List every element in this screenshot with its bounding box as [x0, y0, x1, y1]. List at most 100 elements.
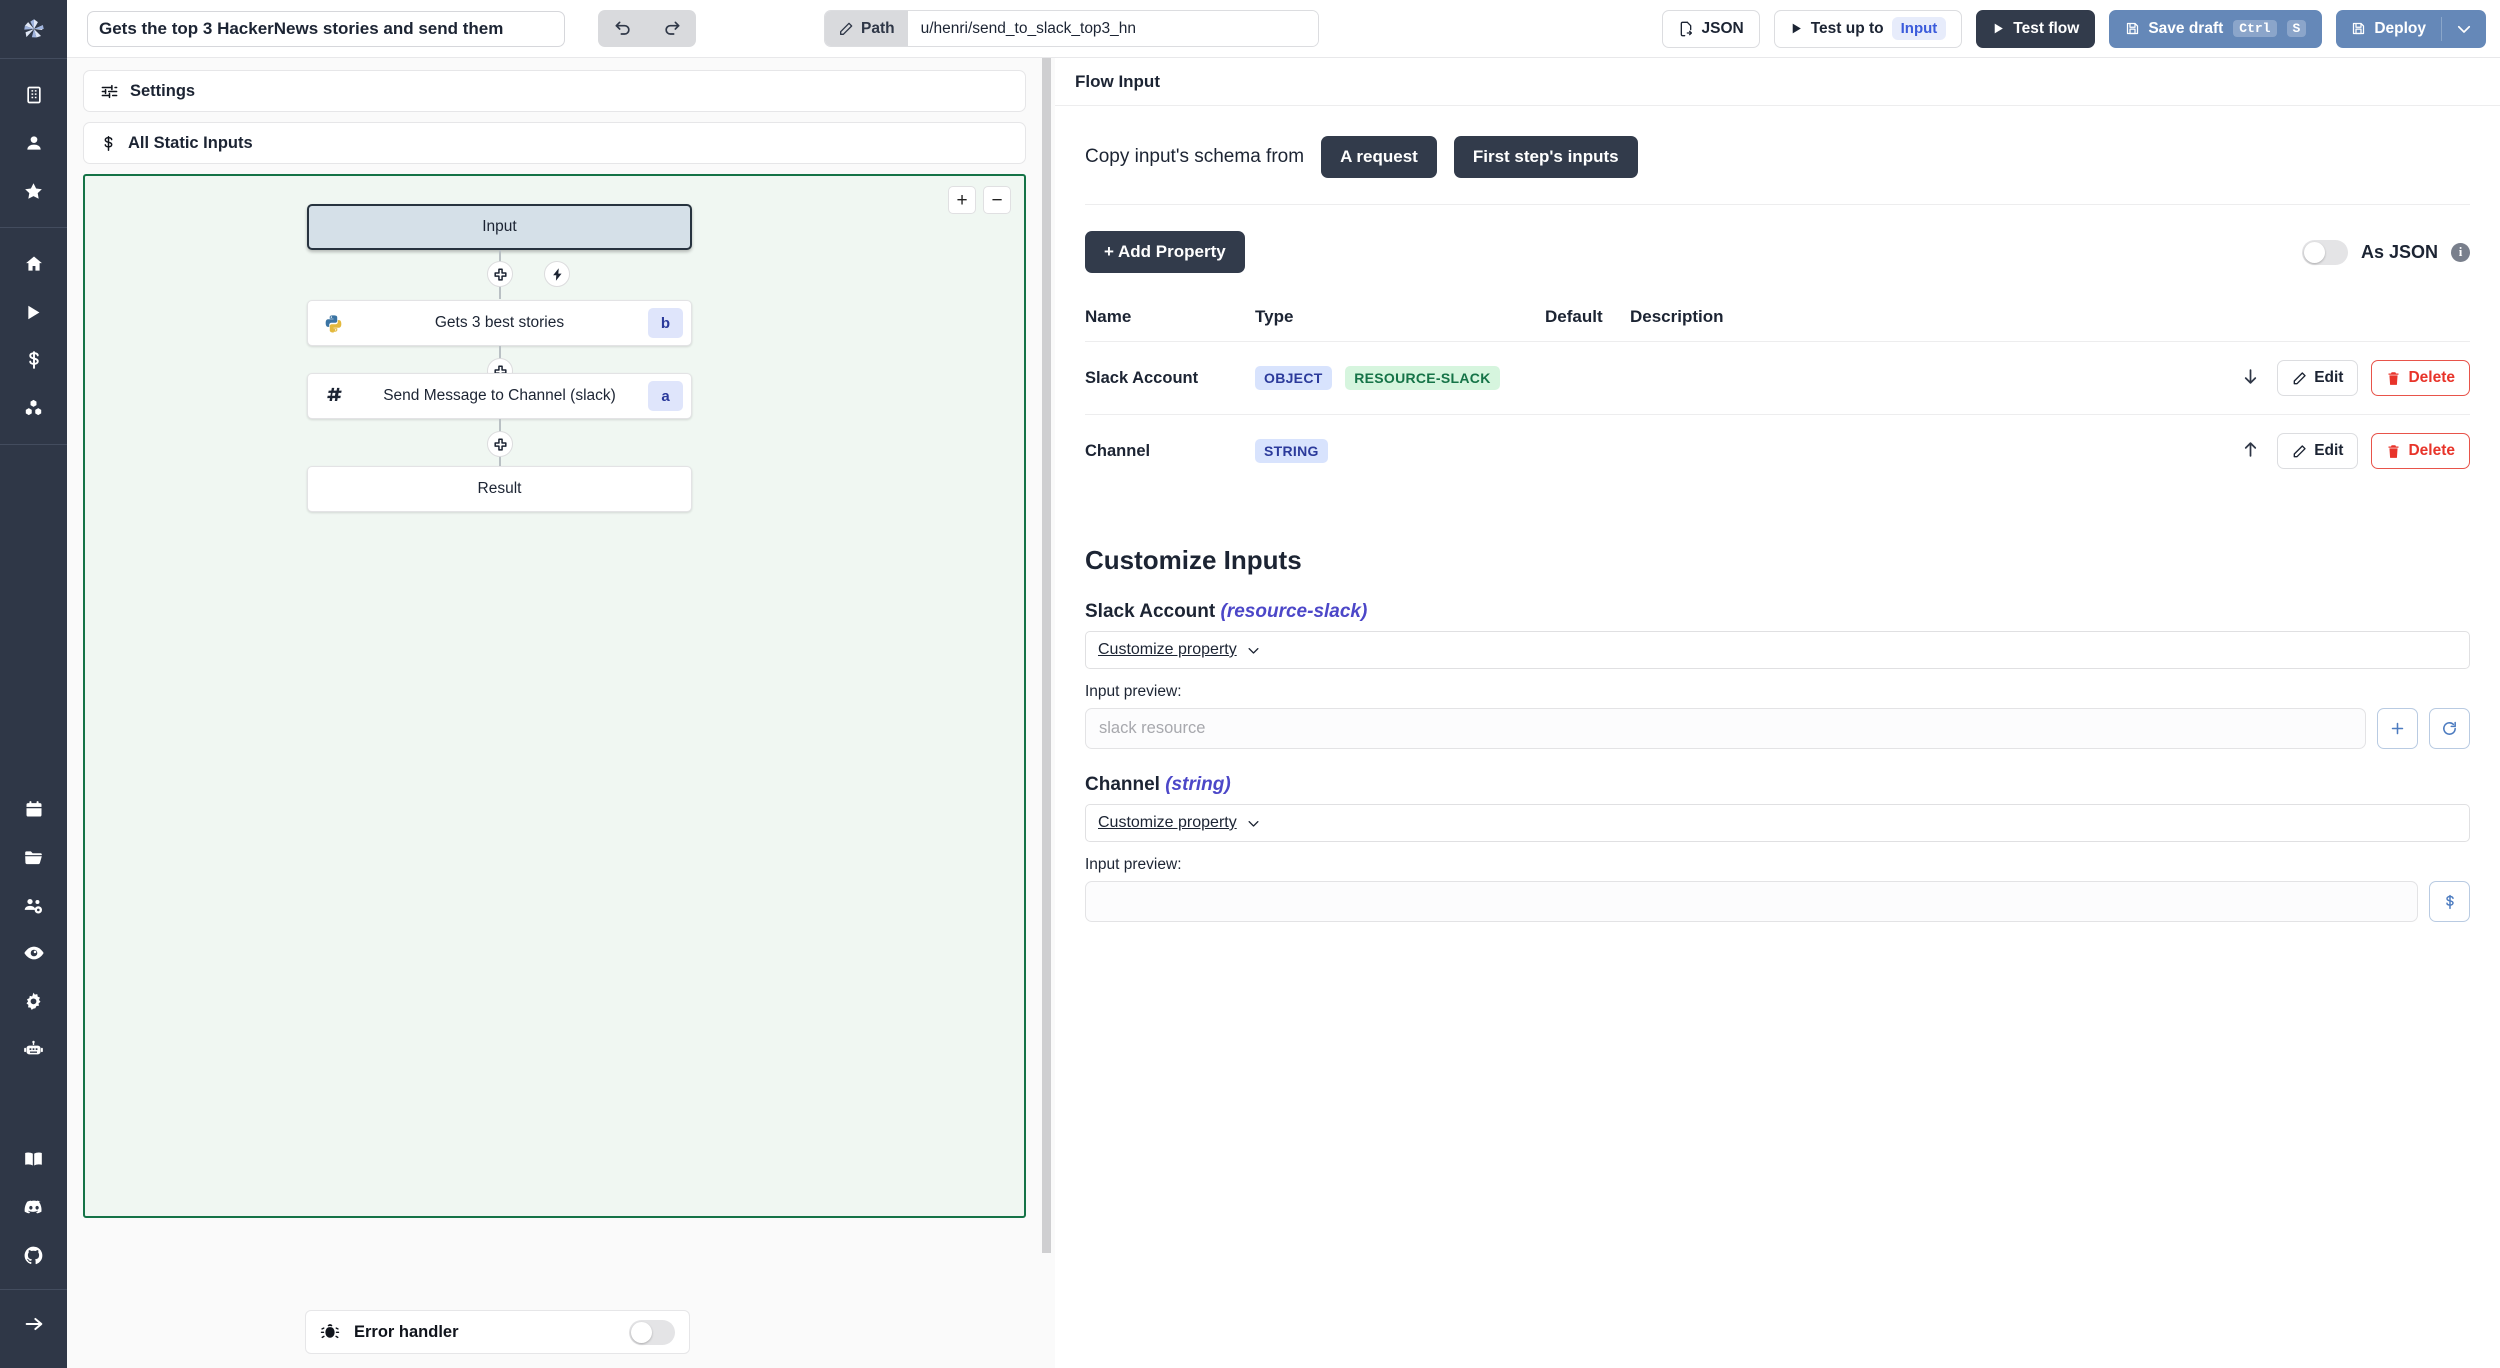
deploy-button[interactable]: Deploy [2336, 20, 2441, 38]
sidebar-item-expand-sidebar[interactable] [0, 1300, 67, 1348]
copy-from-first-step-button[interactable]: First step's inputs [1453, 136, 1638, 178]
sidebar-item-discord[interactable] [0, 1183, 67, 1231]
test-up-to-button[interactable]: Test up to Input [1773, 9, 1963, 48]
flow-node-input[interactable]: Input [307, 204, 692, 250]
slack-icon [327, 387, 342, 401]
delete-property-button[interactable]: Delete [2371, 360, 2470, 396]
sidebar-item-github[interactable] [0, 1231, 67, 1279]
arrow-right-icon [25, 1317, 42, 1331]
flow-node-label: Gets 3 best stories [434, 314, 565, 331]
add-step-button-3[interactable] [487, 431, 513, 457]
sidebar-item-user[interactable] [0, 119, 67, 167]
sidebar-item-settings[interactable] [0, 977, 67, 1025]
canvas-zoom-controls: + − [948, 186, 1011, 214]
left-rail [0, 0, 67, 1368]
customize-property-dropdown-channel[interactable]: Customize property [1085, 804, 2470, 842]
refresh-resource-button[interactable] [2429, 708, 2470, 749]
sidebar-item-home[interactable] [0, 240, 67, 288]
property-name: Channel [1085, 414, 1255, 487]
customize-property-dropdown-slack-account[interactable]: Customize property [1085, 631, 2470, 669]
pencil-icon [2293, 444, 2306, 457]
table-row[interactable]: Slack Account OBJECT RESOURCE-SLACK Edit… [1085, 341, 2470, 415]
sidebar-item-workspace[interactable] [0, 71, 67, 119]
sidebar-item-variables[interactable] [0, 336, 67, 384]
discord-icon [24, 1200, 42, 1214]
sidebar-item-groups[interactable] [0, 881, 67, 929]
as-json-toggle[interactable] [2301, 239, 2348, 265]
flow-node-label: Input [482, 218, 517, 235]
add-property-button[interactable]: + Add Property [1085, 231, 1245, 273]
settings-accordion[interactable]: Settings [83, 70, 1026, 112]
property-default [1545, 341, 1630, 415]
add-trigger-button[interactable] [544, 261, 570, 287]
sidebar-item-favorites[interactable] [0, 167, 67, 215]
channel-input[interactable] [1085, 881, 2418, 922]
plus-icon [493, 267, 507, 281]
move-down-button[interactable] [2237, 367, 2264, 390]
move-up-button[interactable] [2237, 440, 2264, 463]
flow-title-input[interactable] [87, 10, 565, 47]
app-logo[interactable] [0, 0, 67, 58]
dollar-icon [2445, 894, 2454, 909]
sidebar-item-runs[interactable] [0, 288, 67, 336]
path-label: Path [861, 19, 895, 37]
save-draft-button[interactable]: Save draft Ctrl S [2109, 9, 2323, 48]
variable-picker-button[interactable] [2429, 881, 2470, 922]
static-inputs-accordion[interactable]: All Static Inputs [83, 122, 1026, 164]
path-value[interactable]: u/henri/send_to_slack_top3_hn [907, 11, 1318, 46]
sidebar-item-folders[interactable] [0, 833, 67, 881]
test-up-to-label: Test up to [1810, 19, 1884, 37]
test-flow-button[interactable]: Test flow [1976, 9, 2096, 48]
column-header-name: Name [1085, 307, 1132, 326]
sidebar-item-resources[interactable] [0, 384, 67, 432]
add-step-button-1[interactable] [487, 261, 513, 287]
delete-property-button[interactable]: Delete [2371, 433, 2470, 469]
add-resource-button[interactable] [2377, 708, 2418, 749]
path-label-group[interactable]: Path [825, 11, 908, 46]
json-button[interactable]: JSON [1661, 9, 1760, 48]
error-handler-toggle[interactable] [629, 1319, 675, 1345]
home-icon [25, 256, 42, 271]
column-header-default: Default [1545, 307, 1603, 326]
redo-button[interactable] [647, 10, 696, 47]
sidebar-item-docs[interactable] [0, 1135, 67, 1183]
sidebar-item-audit-logs[interactable] [0, 929, 67, 977]
deploy-dropdown-button[interactable] [2442, 20, 2486, 38]
flow-node-step-a[interactable]: Send Message to Channel (slack) a [307, 373, 692, 419]
customize-property-label: Customize property [1098, 641, 1237, 658]
panel-splitter-handle[interactable] [1042, 58, 1051, 1253]
info-icon[interactable]: i [2451, 242, 2470, 262]
arrow-down-icon [2245, 368, 2257, 384]
save-draft-shortcut-ctrl: Ctrl [2233, 20, 2277, 37]
edit-property-button[interactable]: Edit [2277, 360, 2359, 396]
test-up-to-target[interactable]: Input [1891, 17, 1947, 40]
sidebar-item-workers[interactable] [0, 1025, 67, 1073]
property-actions: Edit Delete [1870, 414, 2470, 487]
error-handler-bar[interactable]: Error handler [305, 1310, 690, 1354]
zoom-out-button[interactable]: − [983, 186, 1011, 214]
copy-from-request-button[interactable]: A request [1321, 136, 1437, 178]
sidebar-item-schedules[interactable] [0, 785, 67, 833]
resources-icon [25, 399, 42, 415]
properties-table: Name Type Default Description Slack Acco… [1085, 307, 2470, 487]
flow-node-result[interactable]: Result [307, 466, 692, 512]
flow-node-badge: a [648, 381, 683, 411]
type-tag-string: STRING [1255, 439, 1328, 463]
zoom-in-button[interactable]: + [948, 186, 976, 214]
field-label-channel: Channel (string) [1085, 774, 2470, 796]
edit-property-button[interactable]: Edit [2277, 433, 2359, 469]
pencil-icon [840, 22, 853, 35]
deploy-button-group[interactable]: Deploy [2336, 9, 2486, 48]
table-row[interactable]: Channel STRING Edit Delete [1085, 414, 2470, 487]
flow-node-step-b[interactable]: Gets 3 best stories b [307, 300, 692, 346]
flow-input-body: Copy input's schema from A request First… [1055, 106, 2500, 922]
input-preview-label-slack-account: Input preview: [1085, 683, 1182, 700]
building-icon [26, 86, 41, 104]
undo-button[interactable] [598, 10, 647, 47]
slack-account-input[interactable] [1085, 708, 2366, 749]
path-field[interactable]: Path u/henri/send_to_slack_top3_hn [824, 10, 1319, 47]
delete-label: Delete [2408, 369, 2455, 386]
play-icon [1995, 23, 2004, 34]
copy-schema-row: Copy input's schema from A request First… [1085, 106, 2470, 205]
flow-canvas[interactable]: + − Input Gets 3 best stories b Send Mes… [83, 174, 1026, 1218]
